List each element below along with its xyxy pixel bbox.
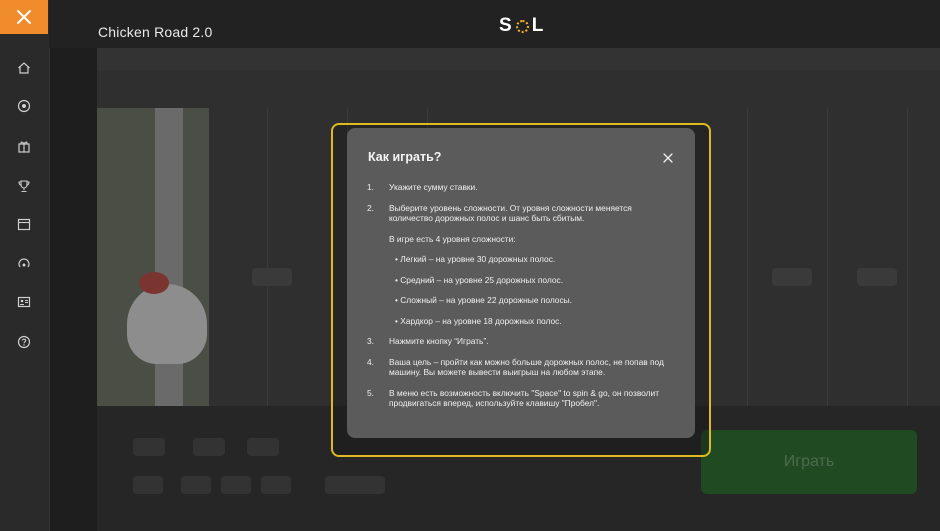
sidebar-item-live[interactable] (14, 254, 34, 274)
step-text: Ваша цель – пройти как можно больше доро… (389, 356, 664, 378)
sidewalk (97, 108, 209, 406)
trophy-icon (18, 180, 30, 193)
sidebar-item-profile[interactable] (14, 292, 34, 312)
modal-title: Как играть? (368, 150, 442, 164)
chicken-character (127, 272, 207, 364)
logo-letter-s: S (499, 15, 513, 36)
step-number: 3. (367, 336, 374, 346)
bet-preset[interactable] (247, 438, 279, 456)
step-text: Нажмите кнопку “Играть”. (389, 336, 489, 346)
game-title: Chicken Road 2.0 (98, 24, 213, 40)
levels-intro: В игре есть 4 уровня сложности: (389, 233, 516, 244)
how-to-play-modal: Как играть? 1. Укажите сумму ставки. 2. … (347, 128, 695, 438)
lane-multiplier (857, 268, 897, 286)
bet-preset[interactable] (181, 476, 211, 494)
rule-step: 3. Нажмите кнопку “Играть”. (367, 336, 677, 347)
game-topbar (97, 48, 940, 70)
sidebar-item-home[interactable] (14, 58, 34, 78)
live-icon (18, 258, 30, 268)
rule-step: 2. Выберите уровень сложности. От уровня… (367, 203, 677, 224)
logo-sun-icon (515, 19, 529, 33)
gift-icon (18, 141, 30, 153)
calendar-icon (17, 218, 31, 231)
bet-preset[interactable] (133, 438, 165, 456)
lane-multiplier (772, 268, 812, 286)
sidebar-item-sports[interactable] (14, 96, 34, 116)
lane-divider (267, 108, 268, 406)
close-icon (17, 10, 31, 24)
left-sidebar (0, 0, 50, 531)
home-icon (18, 62, 30, 74)
level-item: • Сложный – на уровне 22 дорожные полосы… (395, 295, 572, 305)
lane-multiplier (252, 268, 292, 286)
modal-close-button[interactable] (661, 151, 675, 165)
rule-step: 1. Укажите сумму ставки. (367, 182, 677, 193)
difficulty-select[interactable] (325, 476, 385, 494)
play-button[interactable]: Играть (701, 430, 917, 494)
step-number: 5. (367, 387, 374, 398)
id-card-icon (17, 296, 31, 308)
step-number: 1. (367, 182, 374, 192)
rule-step: 4. Ваша цель – пройти как можно больше д… (367, 357, 677, 378)
bet-preset[interactable] (133, 476, 163, 494)
logo-letter-l: L (531, 15, 545, 36)
sidebar-item-bonuses[interactable] (14, 136, 34, 156)
lane-divider (907, 108, 908, 406)
rule-step: 5. В меню есть возможность включить "Spa… (367, 388, 677, 409)
bet-preset[interactable] (221, 476, 251, 494)
close-button[interactable] (0, 0, 48, 34)
step-text: Укажите сумму ставки. (389, 182, 478, 192)
level-item: • Средний – на уровне 25 дорожных полос. (395, 274, 564, 285)
modal-body: 1. Укажите сумму ставки. 2. Выберите уро… (367, 182, 677, 419)
sidebar-item-help[interactable] (14, 332, 34, 352)
brand-logo[interactable]: S L (499, 15, 544, 37)
step-number: 2. (367, 202, 374, 213)
bet-preset[interactable] (261, 476, 291, 494)
close-icon (663, 153, 673, 163)
bet-preset[interactable] (193, 438, 225, 456)
level-item: • Легкий – на уровне 30 дорожных полос. (395, 254, 556, 264)
help-icon (17, 335, 31, 349)
sidebar-item-tournaments[interactable] (14, 176, 34, 196)
step-number: 4. (367, 356, 374, 367)
lane-divider (747, 108, 748, 406)
step-text: В меню есть возможность включить "Space"… (389, 387, 660, 409)
step-text: Выберите уровень сложности. От уровня сл… (389, 202, 632, 224)
level-item: • Хардкор – на уровне 18 дорожных полос. (395, 315, 562, 326)
lane-divider (827, 108, 828, 406)
sidebar-item-calendar[interactable] (14, 214, 34, 234)
soccer-ball-icon (17, 99, 31, 113)
